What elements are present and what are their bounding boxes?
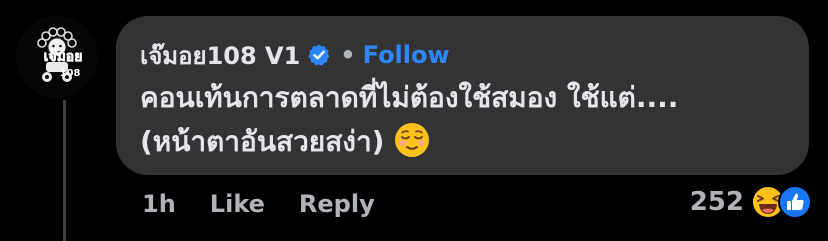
separator-dot: • [340, 41, 356, 69]
comment-item: เจ๊มอย 108 เจ๊มอย108 V1 • Follow คอนเท้น… [0, 0, 828, 241]
reaction-icons [750, 184, 812, 220]
avatar[interactable]: เจ๊มอย 108 [16, 16, 98, 98]
avatar-logo: เจ๊มอย 108 [16, 16, 98, 98]
comment-timestamp[interactable]: 1h [142, 190, 176, 218]
avatar-logo-number: 108 [60, 68, 81, 79]
comment-actions: 1h Like Reply [142, 185, 375, 223]
comment-header: เจ๊มอย108 V1 • Follow [140, 36, 450, 74]
reaction-count: 252 [689, 187, 744, 217]
follow-button[interactable]: Follow [363, 41, 450, 69]
reply-button[interactable]: Reply [299, 190, 375, 218]
like-button[interactable]: Like [210, 190, 265, 218]
verified-badge-icon [307, 43, 331, 67]
avatar-logo-text: เจ๊มอย [44, 48, 83, 65]
thread-line [63, 100, 66, 241]
author-name[interactable]: เจ๊มอย108 V1 [140, 36, 300, 75]
comment-body: คอนเท้นการตลาดที่ไม่ต้องใช้สมอง ใช้แต่..… [140, 76, 800, 164]
comment-bubble: เจ๊มอย108 V1 • Follow คอนเท้นการตลาดที่ไ… [116, 16, 809, 175]
reactions-summary[interactable]: 252 [690, 183, 812, 221]
comment-text-line-1: คอนเท้นการตลาดที่ไม่ต้องใช้สมอง ใช้แต่..… [140, 81, 679, 114]
comment-text-line-2: (หน้าตาอันสวยสง่า) [140, 120, 800, 164]
like-reaction-icon [778, 184, 812, 224]
comment-text-line-2-text: (หน้าตาอันสวยสง่า) [140, 125, 385, 158]
relieved-face-emoji [394, 122, 430, 158]
